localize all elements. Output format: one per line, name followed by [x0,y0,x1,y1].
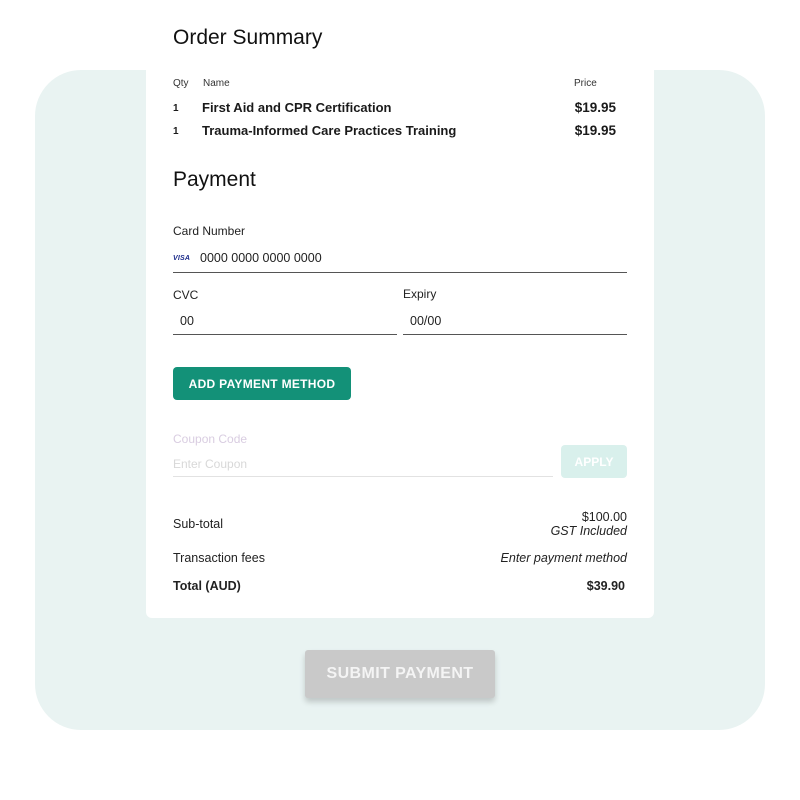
item-price: $19.95 [574,123,616,138]
card-number-value: 0000 0000 0000 0000 [200,251,322,265]
apply-coupon-button[interactable]: APPLY [561,445,627,478]
cvc-field[interactable]: 00 [173,312,397,335]
total-value: $39.90 [586,579,625,593]
item-name: First Aid and CPR Certification [202,100,392,115]
transaction-fees-value: Enter payment method [500,551,627,565]
add-payment-method-button[interactable]: ADD PAYMENT METHOD [173,367,351,400]
coupon-input[interactable] [173,452,553,477]
transaction-fees-label: Transaction fees [173,551,265,565]
gst-note: GST Included [550,524,627,538]
item-qty: 1 [173,103,179,114]
column-header-qty: Qty [173,78,189,89]
total-label: Total (AUD) [173,579,241,593]
item-name: Trauma-Informed Care Practices Training [202,123,457,138]
cvc-label: CVC [173,288,199,302]
item-price: $19.95 [574,100,616,115]
item-qty: 1 [173,126,179,137]
expiry-label: Expiry [403,287,437,301]
order-summary-title: Order Summary [173,26,323,49]
coupon-code-label: Coupon Code [173,432,248,446]
payment-title: Payment [173,168,256,191]
expiry-field[interactable]: 00/00 [403,312,627,335]
column-header-name: Name [203,78,230,89]
table-row: 1 Trauma-Informed Care Practices Trainin… [173,123,627,143]
card-number-field[interactable]: VISA 0000 0000 0000 0000 [173,250,627,273]
column-header-price: Price [574,78,597,89]
subtotal-value: $100.00 [581,510,627,524]
submit-payment-button[interactable]: SUBMIT PAYMENT [305,650,495,698]
table-row: 1 First Aid and CPR Certification $19.95 [173,100,627,120]
card-number-label: Card Number [173,224,246,238]
visa-icon: VISA [173,255,191,262]
cvc-value: 00 [180,314,194,328]
subtotal-label: Sub-total [173,517,224,531]
expiry-value: 00/00 [410,314,442,328]
